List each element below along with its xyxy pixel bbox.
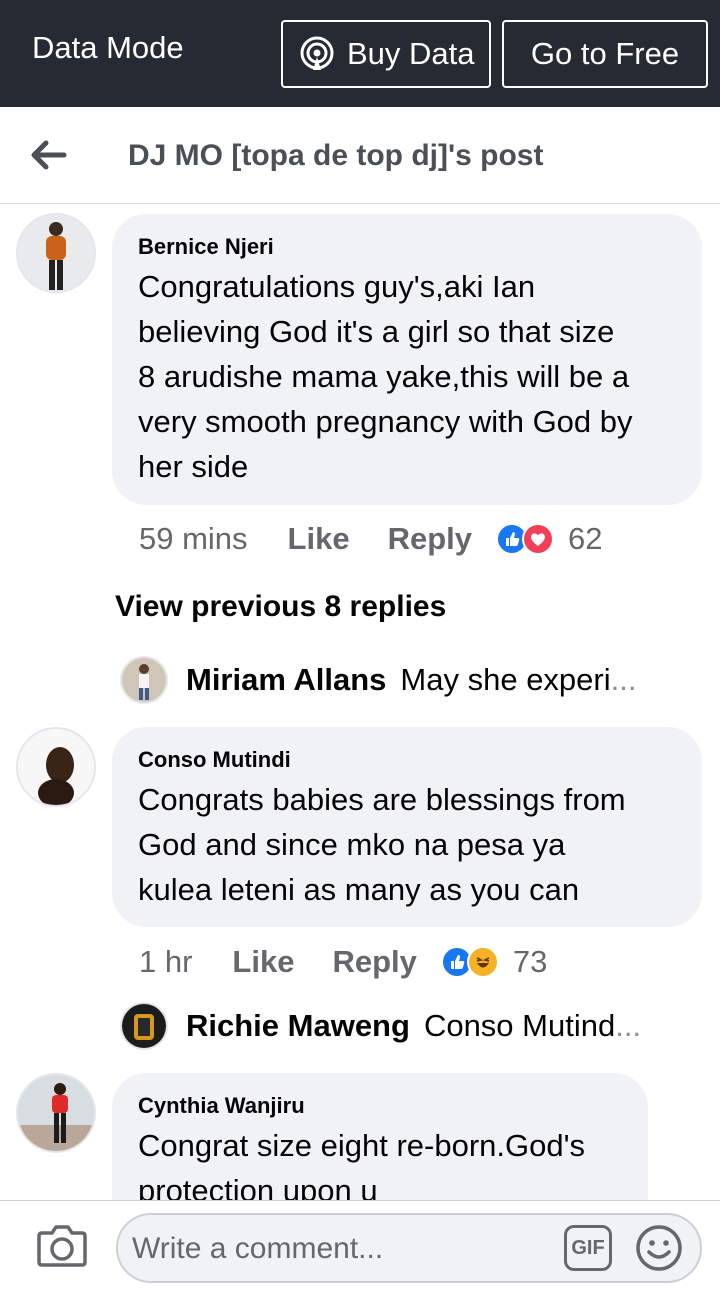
comment-time[interactable]: 1 hr [139,944,192,980]
gif-icon[interactable]: GIF [564,1225,612,1271]
buy-data-label: Buy Data [347,36,475,71]
comment-text: Congrats babies are blessings from God a… [138,782,626,907]
data-mode-bar: Data Mode Buy Data Go to Free [0,0,720,107]
comment-bubble[interactable]: Bernice Njeri Congratulations guy's,aki … [112,214,702,505]
comment-actions: 1 hr Like Reply 73 [139,944,547,980]
person-photo [18,729,94,805]
like-button[interactable]: Like [288,521,350,557]
comment-bubble[interactable]: Conso Mutindi Congrats babies are blessi… [112,727,702,927]
view-previous-replies-link[interactable]: View previous 8 replies [115,590,446,624]
reply-ellipsis: ... [615,1008,642,1043]
like-button[interactable]: Like [232,944,294,980]
comment-author[interactable]: Bernice Njeri [138,234,274,260]
reactions-summary[interactable]: 62 [496,521,602,557]
reply-author[interactable]: Richie Maweng [186,1008,410,1044]
page-title: DJ MO [topa de top dj]'s post [128,139,544,172]
comment-author[interactable]: Conso Mutindi [138,747,291,773]
avatar[interactable] [16,727,96,807]
reply-button[interactable]: Reply [388,521,472,557]
reply-text: Conso Mutind [423,1008,616,1043]
comment-time[interactable]: 59 mins [139,521,248,557]
broadcast-icon [300,36,334,70]
reply-preview[interactable]: Richie Maweng Conso Mutind... [120,1002,641,1050]
haha-icon [466,946,499,978]
comment-text: Congratulations guy's,aki Ian believing … [138,269,633,484]
person-photo [18,215,94,291]
buy-data-button[interactable]: Buy Data [281,20,491,88]
camera-icon[interactable] [36,1221,88,1269]
reply-author[interactable]: Miriam Allans [186,662,386,698]
avatar [120,656,168,704]
avatar[interactable] [16,213,96,293]
avatar [120,1002,168,1050]
reaction-count: 73 [512,944,548,979]
love-icon [522,523,554,555]
comment-input[interactable]: Write a comment... GIF [116,1213,702,1283]
go-to-free-label: Go to Free [530,36,680,71]
data-mode-label: Data Mode [32,30,184,65]
comment-author[interactable]: Cynthia Wanjiru [138,1093,305,1119]
back-arrow-icon[interactable] [28,135,68,175]
emoji-icon[interactable] [634,1223,684,1273]
reaction-count: 62 [568,521,603,556]
reply-preview[interactable]: Miriam Allans May she experi... [120,656,636,704]
comment-actions: 59 mins Like Reply 62 [139,521,602,557]
person-photo [18,1075,94,1151]
comment-composer: Write a comment... GIF [0,1200,720,1289]
go-to-free-button[interactable]: Go to Free [502,20,708,88]
reactions-summary[interactable]: 73 [440,944,548,980]
reply-ellipsis: ... [610,662,637,697]
avatar[interactable] [16,1073,96,1153]
reply-button[interactable]: Reply [332,944,416,980]
reply-text: May she experi [400,662,611,697]
comment-placeholder: Write a comment... [132,1232,384,1265]
post-header: DJ MO [topa de top dj]'s post [0,107,720,204]
